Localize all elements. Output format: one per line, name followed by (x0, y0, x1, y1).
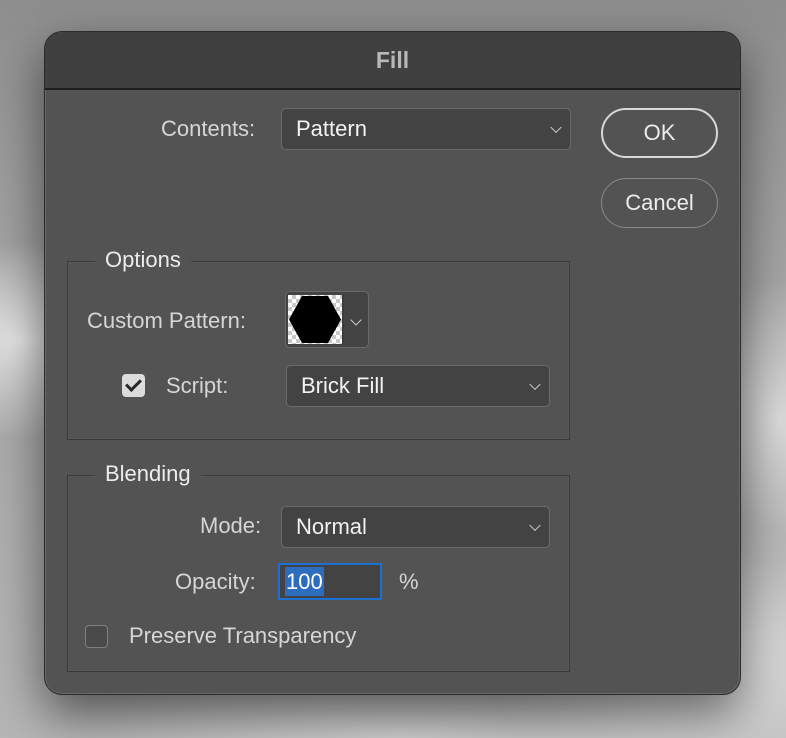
chevron-down-icon[interactable] (350, 314, 362, 326)
preserve-transparency-checkbox[interactable] (85, 625, 108, 648)
cancel-button[interactable]: Cancel (601, 178, 718, 228)
chevron-down-icon (550, 121, 562, 134)
script-label: Script: (166, 373, 229, 398)
script-checkbox[interactable] (122, 374, 145, 397)
opacity-value: 100 (285, 567, 324, 596)
hexagon-pattern-icon (289, 296, 341, 343)
dialog-title: Fill (375, 46, 410, 73)
custom-pattern-label: Custom Pattern: (87, 308, 246, 333)
contents-select[interactable]: Pattern (281, 108, 571, 150)
options-group-title: Options (95, 247, 191, 273)
contents-label: Contents: (161, 116, 256, 141)
chevron-down-icon (529, 378, 541, 391)
ok-button-label: OK (643, 120, 676, 145)
mode-select[interactable]: Normal (281, 506, 550, 548)
custom-pattern-picker[interactable] (285, 291, 369, 348)
script-select[interactable]: Brick Fill (286, 365, 550, 407)
contents-value: Pattern (296, 116, 367, 141)
opacity-label: Opacity: (175, 569, 256, 594)
pattern-swatch (288, 295, 344, 344)
opacity-input[interactable]: 100 (278, 563, 382, 600)
chevron-down-icon (529, 519, 541, 532)
blending-group-title: Blending (95, 461, 201, 487)
opacity-unit: % (399, 569, 419, 594)
cancel-button-label: Cancel (625, 190, 694, 215)
mode-label: Mode: (200, 513, 262, 538)
title-bar[interactable]: Fill (45, 32, 740, 90)
script-value: Brick Fill (301, 373, 385, 398)
preserve-transparency-label[interactable]: Preserve Transparency (129, 623, 356, 649)
mode-value: Normal (296, 514, 367, 539)
options-group (67, 261, 570, 440)
ok-button[interactable]: OK (601, 108, 718, 158)
fill-dialog: Fill Contents: Pattern OK Cancel Options… (44, 31, 741, 695)
